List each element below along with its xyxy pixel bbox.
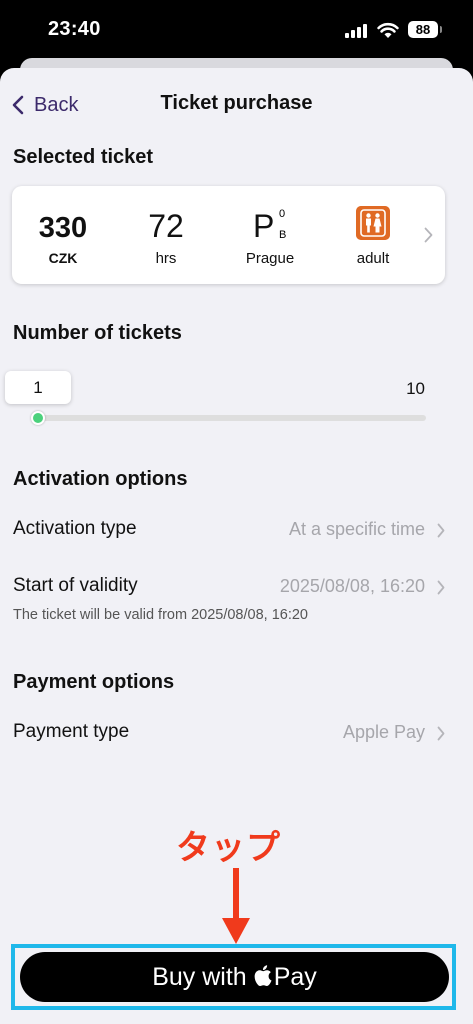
pay-button-prefix: Buy with <box>152 962 247 991</box>
activation-options-title: Activation options <box>13 468 188 490</box>
payment-options-title: Payment options <box>13 671 175 693</box>
zone-letter: P <box>253 208 275 244</box>
chevron-right-icon <box>437 726 445 741</box>
back-chevron-icon <box>12 95 24 115</box>
ticket-purchase-sheet: Back Ticket purchase Selected ticket 330… <box>0 68 473 1024</box>
ticket-price: 330 CZK <box>18 186 108 284</box>
back-button[interactable]: Back <box>12 90 78 120</box>
duration-unit: hrs <box>155 250 177 267</box>
slider-max-label: 10 <box>406 379 425 398</box>
duration-value: 72 <box>148 208 184 244</box>
start-of-validity-label: Start of validity <box>13 575 138 596</box>
chevron-right-icon <box>424 227 433 243</box>
adult-icon <box>356 206 390 240</box>
tap-annotation-text: タップ <box>176 829 281 867</box>
ticket-count-slider: 1 10 <box>0 368 473 428</box>
slider-track[interactable] <box>38 415 426 421</box>
validity-note: The ticket will be valid from 2025/08/08… <box>13 607 308 623</box>
price-value: 330 <box>38 212 88 244</box>
nav-bar: Back Ticket purchase <box>0 68 473 138</box>
down-arrow-icon <box>222 868 250 944</box>
ticket-zone: P 0 B Prague <box>225 186 315 284</box>
pay-button-suffix: Pay <box>273 962 317 991</box>
chevron-right-icon <box>437 523 445 538</box>
payment-type-label: Payment type <box>13 721 130 742</box>
activation-type-row[interactable]: Activation type At a specific time <box>0 510 473 550</box>
zone-superscript: 0 <box>279 208 286 220</box>
payment-type-row[interactable]: Payment type Apple Pay <box>0 713 473 753</box>
back-label: Back <box>34 93 79 116</box>
price-currency: CZK <box>48 250 78 266</box>
slider-thumb[interactable] <box>31 411 45 425</box>
payment-type-value: Apple Pay <box>342 722 425 742</box>
buy-with-apple-pay-button[interactable]: Buy with Pay <box>20 952 449 1002</box>
start-of-validity-row[interactable]: Start of validity 2025/08/08, 16:20 <box>0 567 473 607</box>
status-time: 23:40 <box>48 18 101 40</box>
signal-icon <box>345 24 369 38</box>
zone-subscript: B <box>279 229 287 241</box>
slider-value-bubble: 1 <box>5 371 71 404</box>
number-of-tickets-title: Number of tickets <box>13 322 182 344</box>
ticket-passenger: adult <box>328 186 418 284</box>
start-of-validity-value: 2025/08/08, 16:20 <box>279 576 425 596</box>
zone-name: Prague <box>245 250 295 267</box>
activation-type-value: At a specific time <box>288 519 425 539</box>
wifi-icon <box>377 22 399 38</box>
selected-ticket-card[interactable]: 330 CZK 72 hrs P 0 B Prague adult <box>12 186 445 284</box>
apple-icon <box>254 964 272 986</box>
selected-ticket-title: Selected ticket <box>13 146 154 168</box>
passenger-type: adult <box>356 250 390 267</box>
ticket-duration: 72 hrs <box>121 186 211 284</box>
battery-icon: 88 <box>408 21 442 38</box>
activation-type-label: Activation type <box>13 518 137 539</box>
status-bar: 23:40 88 <box>0 0 473 58</box>
chevron-right-icon <box>437 580 445 595</box>
